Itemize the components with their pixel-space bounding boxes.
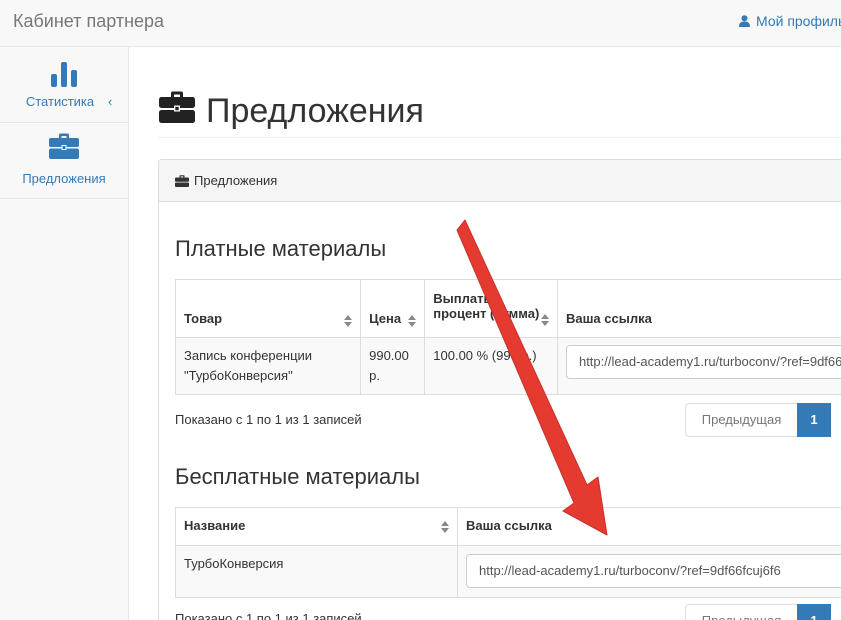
- column-header-price[interactable]: Цена: [360, 279, 426, 338]
- payout-cell: 100.00 % (990 р.): [424, 337, 558, 395]
- table-info: Показано с 1 по 1 из 1 записей: [175, 412, 362, 427]
- user-icon: [739, 15, 750, 27]
- link-cell: http://lead-academy1.ru/turboconv/?ref=9…: [457, 545, 841, 598]
- table-info: Показано с 1 по 1 из 1 записей: [175, 611, 362, 620]
- bar-chart-icon: [0, 61, 128, 92]
- briefcase-icon: [175, 174, 189, 192]
- paid-table: Товар Цена Выплаты, процент (сумма) Ваша…: [174, 279, 841, 395]
- page-title: Предложения: [206, 92, 424, 130]
- pagination-page-button[interactable]: 1: [797, 403, 831, 437]
- column-header-product[interactable]: Товар: [174, 279, 362, 338]
- sidebar-item-label: Предложения: [22, 171, 106, 186]
- page-header: Предложения: [158, 86, 841, 138]
- column-header-label: Ваша ссылка: [565, 311, 652, 326]
- column-header-name[interactable]: Название: [175, 507, 458, 546]
- column-header-link[interactable]: Ваша ссылка: [457, 507, 841, 546]
- profile-link[interactable]: Мой профиль: [739, 12, 841, 30]
- product-cell: Запись конференции "ТурбоКонверсия": [174, 337, 362, 395]
- sort-icon: [408, 315, 417, 327]
- sidebar-item-offers[interactable]: Предложения: [0, 123, 128, 199]
- sort-icon: [540, 314, 549, 326]
- price-cell: 990.00 р.: [360, 337, 426, 395]
- panel-heading-label: Предложения: [194, 173, 278, 188]
- panel-heading: Предложения: [159, 160, 841, 202]
- link-cell: http://lead-academy1.ru/turboconv/?ref=9…: [556, 337, 841, 395]
- pagination-previous-button[interactable]: Предыдущая: [685, 403, 798, 437]
- table-row: Запись конференции "ТурбоКонверсия" 990.…: [174, 337, 841, 395]
- column-header-label: Выплаты, процент (сумма): [433, 291, 540, 321]
- sort-icon: [441, 521, 449, 533]
- name-cell: ТурбоКонверсия: [175, 545, 458, 598]
- briefcase-icon: [0, 133, 128, 164]
- free-section-title: Бесплатные материалы: [175, 464, 420, 489]
- column-header-label: Товар: [184, 311, 223, 326]
- pagination-page-button[interactable]: 1: [797, 604, 831, 620]
- paid-section-title: Платные материалы: [175, 236, 387, 261]
- sidebar: Статистика ‹ Предложения: [0, 47, 129, 620]
- sort-icon: [344, 315, 353, 327]
- referral-link-field[interactable]: http://lead-academy1.ru/turboconv/?ref=9…: [466, 554, 841, 588]
- profile-label: Мой профиль: [756, 13, 841, 29]
- table-row: ТурбоКонверсия http://lead-academy1.ru/t…: [175, 545, 841, 598]
- pagination-previous-button[interactable]: Предыдущая: [685, 604, 798, 620]
- free-table: Название Ваша ссылка ТурбоКонверсия http…: [175, 507, 841, 598]
- sidebar-item-statistics[interactable]: Статистика ‹: [0, 47, 128, 123]
- referral-link-field[interactable]: http://lead-academy1.ru/turboconv/?ref=9…: [565, 345, 841, 379]
- top-navbar: Кабинет партнера Мой профиль: [0, 0, 841, 47]
- column-header-link[interactable]: Ваша ссылка: [556, 279, 841, 338]
- column-header-label: Название: [184, 518, 246, 533]
- navbar-brand[interactable]: Кабинет партнера: [13, 10, 164, 32]
- column-header-label: Цена: [369, 311, 402, 326]
- chevron-left-icon: ‹: [108, 94, 113, 109]
- column-header-payout[interactable]: Выплаты, процент (сумма): [424, 279, 558, 338]
- briefcase-icon: [159, 91, 195, 128]
- column-header-label: Ваша ссылка: [466, 518, 552, 533]
